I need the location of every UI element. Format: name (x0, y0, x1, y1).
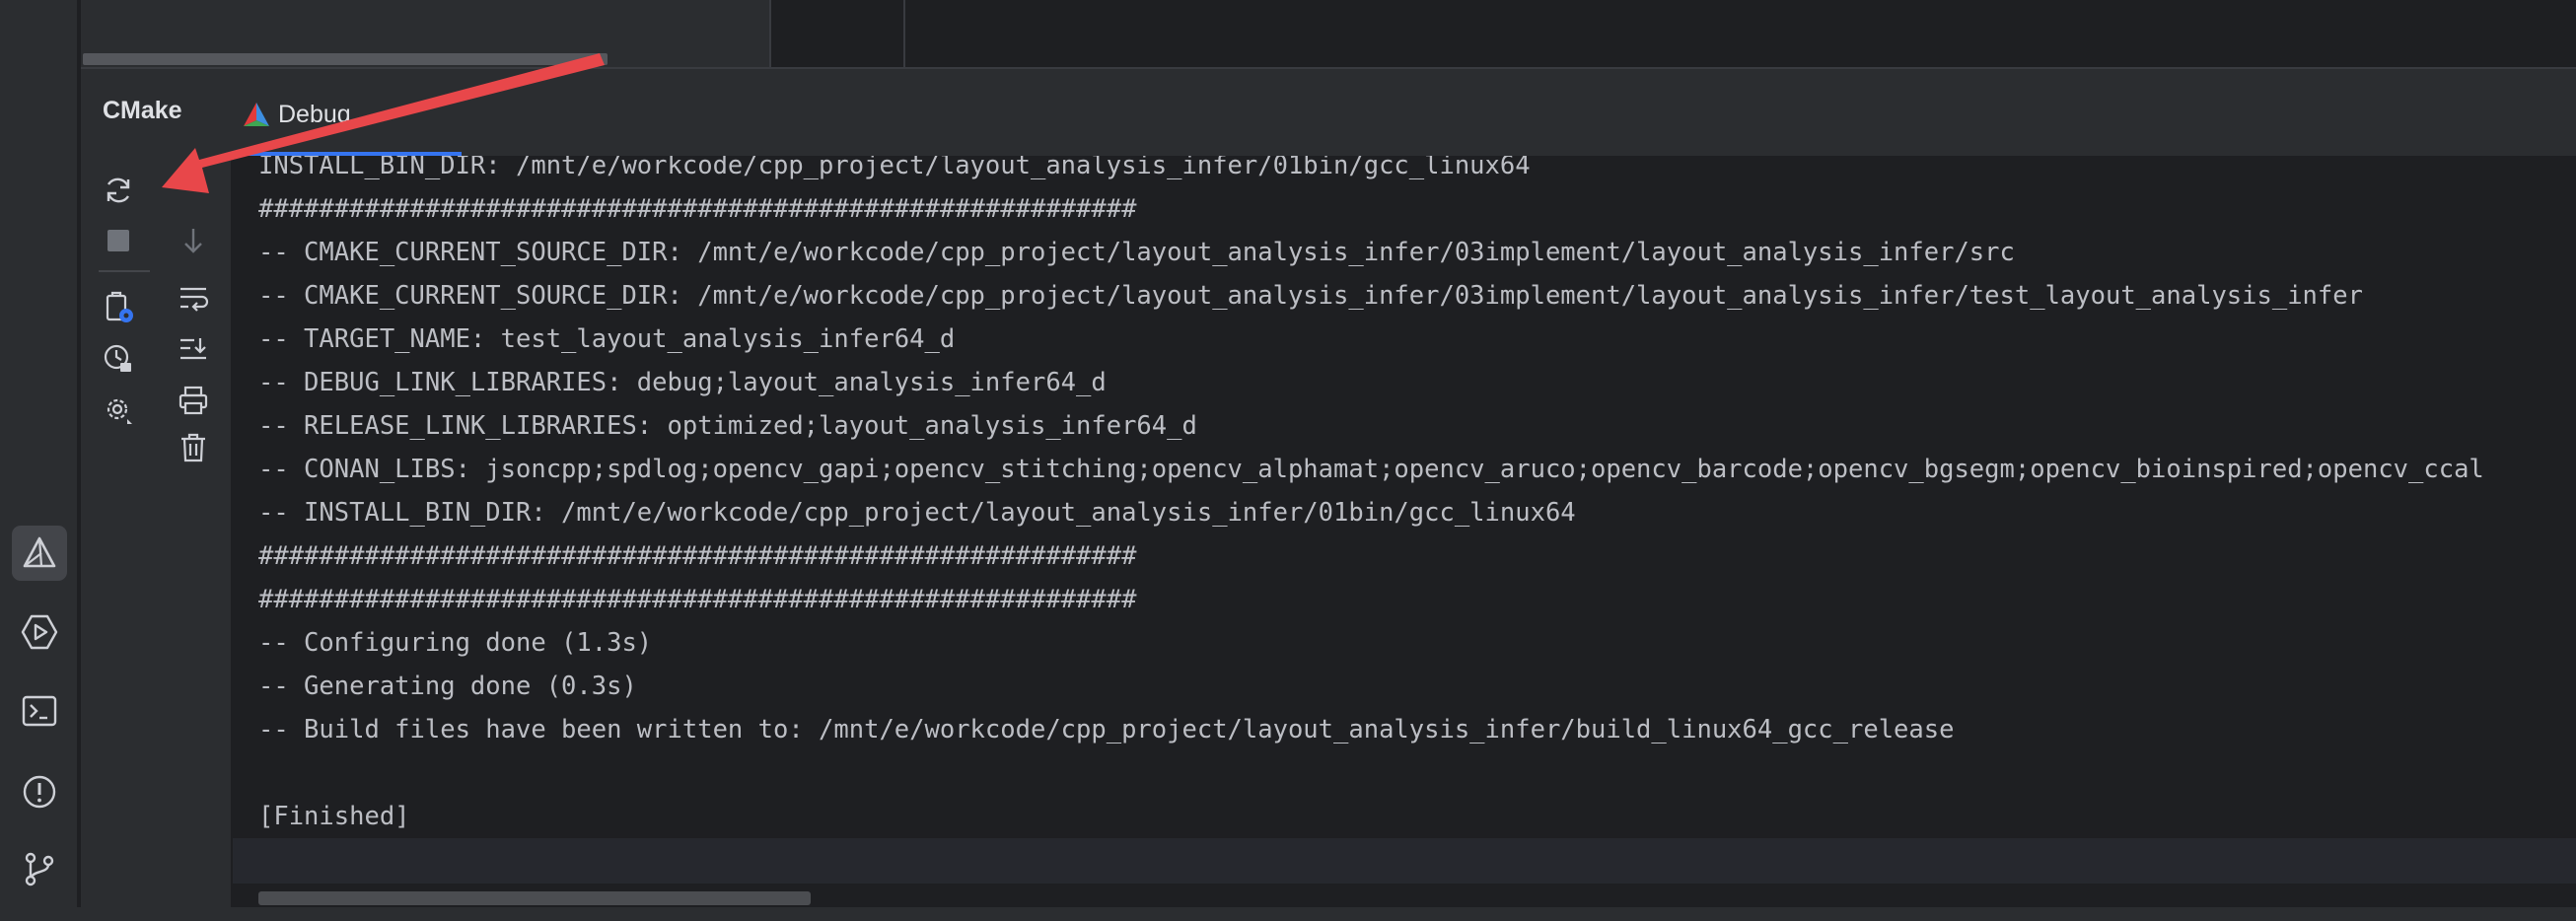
stop-button[interactable] (97, 219, 140, 262)
stop-icon (107, 230, 129, 251)
editor-splitter[interactable] (769, 0, 771, 67)
scroll-down-icon (184, 229, 202, 253)
console-line: -- TARGET_NAME: test_layout_analysis_inf… (258, 324, 956, 354)
git-tool-button[interactable] (12, 841, 67, 896)
caret-row-highlight (233, 838, 2576, 884)
toolbar-separator (99, 270, 150, 272)
tab-debug[interactable]: Debug (243, 95, 351, 134)
print-icon (179, 386, 208, 415)
terminal-tool-button[interactable] (12, 683, 67, 739)
tool-window-toolbar (81, 156, 233, 907)
print-button[interactable] (172, 379, 215, 422)
tool-window-header: CMake Debug (81, 69, 2576, 156)
console-line: -- CMAKE_CURRENT_SOURCE_DIR: /mnt/e/work… (258, 238, 2015, 267)
editor-horizontal-scrollbar[interactable] (83, 53, 608, 65)
scroll-down-button[interactable] (172, 219, 215, 262)
gear-icon (107, 398, 132, 424)
cmake-settings-button[interactable] (97, 286, 140, 329)
console-line: -- DEBUG_LINK_LIBRARIES: debug;layout_an… (258, 368, 1107, 397)
settings-button[interactable] (97, 389, 140, 432)
problems-icon (23, 775, 56, 809)
cmake-triangle-icon (244, 103, 269, 126)
console-line: -- INSTALL_BIN_DIR: /mnt/e/workcode/cpp_… (258, 498, 1576, 528)
cmake-icon (23, 536, 56, 568)
console-line: [Finished] (258, 802, 410, 831)
editor-area (81, 0, 2576, 69)
scroll-to-end-button[interactable] (172, 327, 215, 371)
git-icon (25, 852, 54, 886)
console-line: -- CONAN_LIBS: jsoncpp;spdlog;opencv_gap… (258, 455, 2484, 484)
console-line: -- Generating done (0.3s) (258, 672, 637, 701)
reload-cmake-button[interactable] (97, 169, 140, 212)
console-line: INSTALL_BIN_DIR: /mnt/e/workcode/cpp_pro… (258, 156, 1531, 180)
console-line: ########################################… (258, 541, 1137, 571)
soft-wrap-icon (180, 287, 209, 312)
console-line: ########################################… (258, 585, 1137, 614)
clock-lock-button[interactable] (97, 337, 140, 381)
run-tool-button[interactable] (12, 604, 67, 660)
reload-icon (107, 177, 130, 203)
run-icon (21, 614, 58, 650)
console-line: ########################################… (258, 194, 1137, 224)
trash-icon (181, 433, 205, 462)
terminal-icon (22, 695, 57, 727)
console-output[interactable]: INSTALL_BIN_DIR: /mnt/e/workcode/cpp_pro… (233, 156, 2576, 907)
editor-splitter[interactable] (903, 0, 905, 67)
console-lines: INSTALL_BIN_DIR: /mnt/e/workcode/cpp_pro… (258, 156, 2484, 838)
console-line: -- Configuring done (1.3s) (258, 628, 653, 658)
scroll-to-end-icon (180, 338, 206, 360)
cmake-settings-icon (106, 291, 133, 322)
tab-label: Debug (278, 100, 351, 128)
console-line: -- Build files have been written to: /mn… (258, 715, 1955, 744)
clear-all-button[interactable] (172, 426, 215, 469)
console-line: -- CMAKE_CURRENT_SOURCE_DIR: /mnt/e/work… (258, 281, 2363, 311)
console-line: -- RELEASE_LINK_LIBRARIES: optimized;lay… (258, 411, 1197, 441)
soft-wrap-button[interactable] (172, 276, 215, 319)
cmake-tool-button[interactable] (12, 526, 67, 581)
tool-window-title: CMake (103, 97, 182, 124)
problems-tool-button[interactable] (12, 764, 67, 819)
activity-bar (0, 0, 79, 921)
status-strip (0, 907, 2576, 921)
clock-lock-icon (104, 344, 131, 372)
console-horizontal-scrollbar[interactable] (258, 891, 811, 905)
